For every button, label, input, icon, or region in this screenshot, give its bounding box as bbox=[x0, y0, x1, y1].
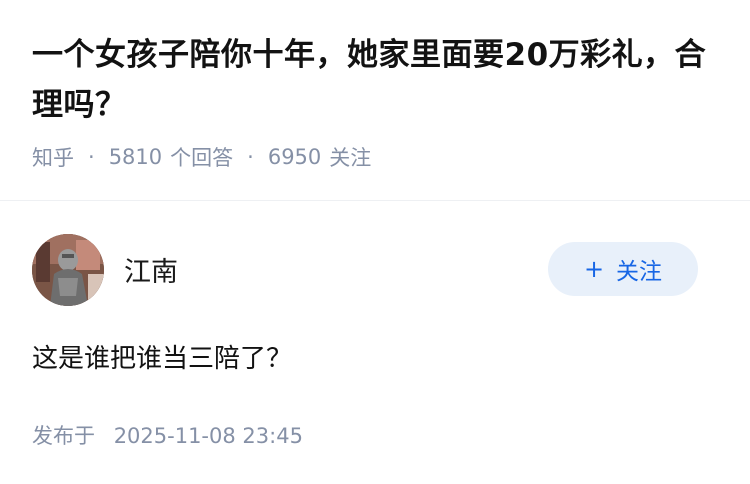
follow-button-label: 关注 bbox=[616, 259, 663, 285]
follow-button[interactable]: + 关注 bbox=[548, 242, 698, 296]
question-header: 一个女孩子陪你十年，她家里面要20万彩礼，合理吗？ 知乎 · 5810 个回答 … bbox=[32, 30, 712, 172]
avatar[interactable] bbox=[32, 234, 104, 306]
published-label: 发布于 bbox=[32, 424, 95, 448]
plus-icon: + bbox=[583, 255, 605, 283]
avatar-image bbox=[32, 234, 104, 306]
follower-count-label: 关注 bbox=[329, 146, 372, 170]
answer-author-row: 江南 + 关注 bbox=[32, 234, 698, 306]
answer-content[interactable]: 这是谁把谁当三陪了？ bbox=[32, 338, 292, 375]
meta-separator: · bbox=[88, 145, 95, 169]
source-label[interactable]: 知乎 bbox=[32, 142, 74, 172]
answer-count-label: 个回答 bbox=[170, 146, 234, 170]
answer-footer: 发布于 2025-11-08 23:45 bbox=[32, 420, 303, 450]
answer-count: 5810 bbox=[108, 145, 163, 169]
meta-separator-2: · bbox=[247, 145, 254, 169]
author-name[interactable]: 江南 bbox=[124, 250, 178, 289]
follower-count: 6950 bbox=[267, 145, 322, 169]
question-title[interactable]: 一个女孩子陪你十年，她家里面要20万彩礼，合理吗？ bbox=[32, 30, 712, 130]
published-time: 2025-11-08 23:45 bbox=[113, 424, 303, 448]
question-meta: 知乎 · 5810 个回答 · 6950 关注 bbox=[32, 142, 712, 172]
section-divider bbox=[0, 200, 750, 201]
